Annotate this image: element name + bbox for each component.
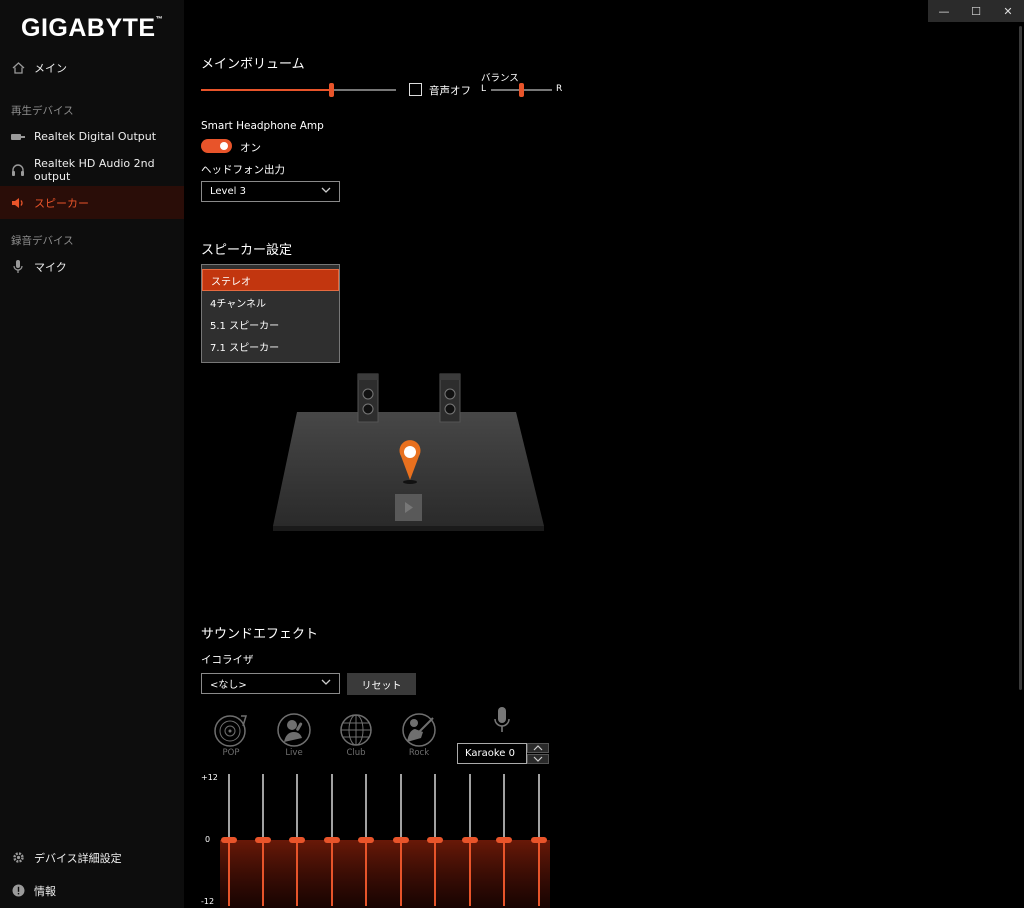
sidebar-item-label: メイン	[34, 61, 67, 75]
toggle-state-label: オン	[240, 142, 261, 154]
main-volume-title: メインボリューム	[201, 57, 305, 72]
info-icon	[11, 884, 25, 898]
equalizer-label: イコライザ	[201, 654, 254, 666]
volume-thumb[interactable]	[329, 83, 334, 97]
karaoke-microphone-icon	[494, 707, 510, 732]
sidebar-item-mic[interactable]: マイク	[0, 250, 184, 283]
volume-track-filled	[201, 89, 331, 91]
sidebar-item-hd-audio[interactable]: Realtek HD Audio 2nd output	[0, 153, 184, 186]
stage-edge	[273, 526, 544, 531]
eq-band-handle[interactable]	[324, 837, 340, 843]
headphone-output-select[interactable]: Level 3	[201, 181, 340, 202]
balance-track-right	[524, 89, 552, 91]
balance-label: バランス	[481, 73, 519, 84]
headphone-icon	[11, 163, 25, 177]
headphone-output-label: ヘッドフォン出力	[201, 164, 285, 176]
sidebar-item-label: デバイス詳細設定	[34, 851, 122, 865]
equalizer	[220, 774, 550, 908]
sidebar-item-digital-output[interactable]: Realtek Digital Output	[0, 120, 184, 153]
chevron-up-icon	[533, 745, 543, 751]
sound-effects-title: サウンドエフェクト	[201, 627, 319, 642]
speaker-option-4ch[interactable]: 4チャンネル	[202, 291, 339, 313]
chevron-down-icon	[321, 185, 331, 198]
sidebar-item-label: 情報	[34, 884, 56, 898]
home-icon	[11, 61, 25, 75]
select-value: Level 3	[210, 186, 246, 197]
preset-label: Rock	[408, 748, 430, 758]
equalizer-select[interactable]: <なし>	[201, 673, 340, 694]
speaker-icon	[11, 196, 25, 210]
eq-band-handle[interactable]	[427, 837, 443, 843]
eq-band-handle[interactable]	[496, 837, 512, 843]
eq-band-handle[interactable]	[289, 837, 305, 843]
right-speaker-icon[interactable]	[439, 373, 461, 423]
minimize-button[interactable]: —	[928, 0, 960, 22]
sidebar-item-info[interactable]: 情報	[0, 874, 184, 907]
microphone-icon	[11, 259, 25, 274]
mute-label: 音声オフ	[429, 85, 471, 97]
speaker-stage	[273, 373, 544, 531]
reset-button[interactable]: リセット	[347, 673, 416, 695]
karaoke-down-button[interactable]	[527, 754, 549, 764]
preset-pop[interactable]: POP	[213, 712, 249, 758]
preset-rock[interactable]: Rock	[401, 712, 437, 758]
chevron-down-icon	[533, 756, 543, 762]
sidebar-item-label: マイク	[34, 260, 67, 274]
close-button[interactable]: ✕	[992, 0, 1024, 22]
sidebar-item-main[interactable]: メイン	[0, 51, 184, 84]
volume-track-empty	[333, 89, 396, 91]
sidebar: GIGABYTE™ メイン 再生デバイス Realtek Digital Out…	[0, 0, 184, 908]
maximize-button[interactable]: ☐	[960, 0, 992, 22]
recording-section-label: 録音デバイス	[11, 235, 74, 247]
singer-icon	[277, 713, 311, 747]
eq-scale-bottom: -12	[201, 897, 215, 906]
vinyl-record-icon	[214, 715, 248, 747]
balance-thumb[interactable]	[519, 83, 524, 97]
guitarist-icon	[402, 713, 436, 747]
eq-band-handle[interactable]	[221, 837, 237, 843]
chevron-down-icon	[321, 677, 331, 690]
sidebar-item-label: Realtek Digital Output	[34, 130, 157, 143]
headphone-amp-toggle[interactable]	[201, 139, 232, 153]
speaker-option-stereo[interactable]: ステレオ	[202, 269, 339, 291]
sidebar-item-device-settings[interactable]: デバイス詳細設定	[0, 841, 184, 874]
karaoke-input[interactable]: Karaoke 0	[457, 743, 527, 764]
gigabyte-logo: GIGABYTE™	[21, 14, 164, 42]
playback-section-label: 再生デバイス	[11, 105, 74, 117]
balance-left-label: L	[481, 84, 487, 94]
headphone-amp-label: Smart Headphone Amp	[201, 120, 324, 132]
digital-output-icon	[11, 130, 25, 144]
disco-ball-icon	[340, 714, 372, 746]
preset-label: Live	[285, 748, 303, 758]
balance-right-label: R	[556, 84, 563, 94]
eq-fill-area	[220, 840, 550, 908]
sidebar-item-speaker[interactable]: スピーカー	[0, 186, 184, 219]
eq-band-handle[interactable]	[255, 837, 271, 843]
scrollbar[interactable]	[1019, 26, 1022, 690]
preset-club[interactable]: Club	[338, 712, 374, 758]
eq-band-handle[interactable]	[531, 837, 547, 843]
speaker-config-list: ステレオ 4チャンネル 5.1 スピーカー 7.1 スピーカー	[201, 264, 340, 363]
test-play-button[interactable]	[395, 494, 422, 521]
select-value: <なし>	[210, 680, 247, 691]
eq-scale-mid: 0	[205, 835, 211, 844]
sidebar-item-label: Realtek HD Audio 2nd output	[34, 156, 155, 183]
eq-band-handle[interactable]	[358, 837, 374, 843]
preset-label: POP	[222, 748, 240, 758]
mute-checkbox[interactable]	[409, 83, 422, 96]
eq-band-handle[interactable]	[462, 837, 478, 843]
left-speaker-icon[interactable]	[357, 373, 379, 423]
sidebar-item-label: スピーカー	[34, 196, 89, 210]
speaker-settings-title: スピーカー設定	[201, 243, 293, 258]
eq-band-handle[interactable]	[393, 837, 409, 843]
preset-live[interactable]: Live	[276, 712, 312, 758]
gear-icon	[11, 851, 25, 865]
toggle-knob	[220, 142, 228, 150]
balance-track-left	[491, 89, 519, 91]
speaker-option-51[interactable]: 5.1 スピーカー	[202, 313, 339, 335]
preset-label: Club	[346, 748, 366, 758]
window-controls: — ☐ ✕	[928, 0, 1024, 22]
speaker-option-71[interactable]: 7.1 スピーカー	[202, 335, 339, 357]
karaoke-up-button[interactable]	[527, 743, 549, 753]
